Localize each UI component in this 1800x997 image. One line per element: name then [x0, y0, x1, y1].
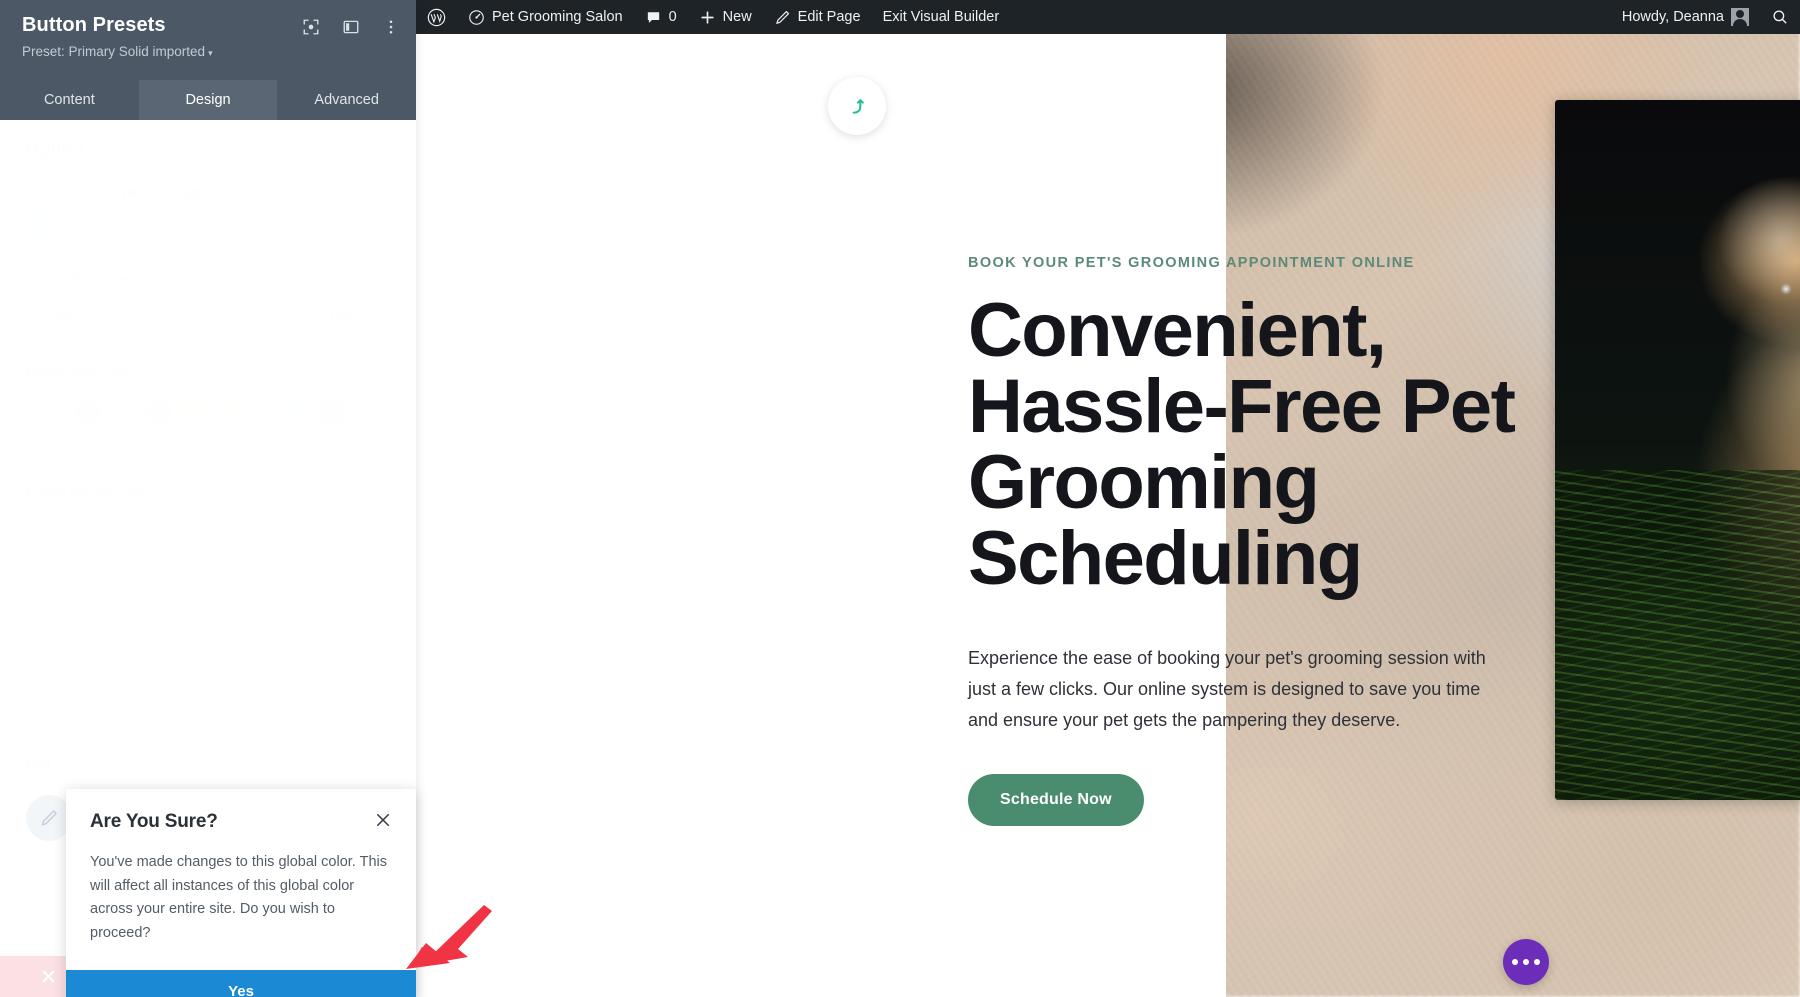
three-dots-icon-dot-2	[1523, 959, 1529, 965]
three-dots-icon-dot-3	[1534, 959, 1540, 965]
hero-heading: Convenient, Hassle-Free Pet Grooming Sch…	[968, 288, 1516, 601]
hero-cat-photo[interactable]	[1555, 100, 1800, 800]
exit-visual-builder-label: Exit Visual Builder	[882, 9, 1000, 25]
button-text-size-label: Button Text Size	[26, 270, 127, 287]
design-settings-content: Button Use Custom Styles For Button YES	[0, 120, 416, 772]
admin-bar-right-group: Howdy, Deanna	[1611, 0, 1800, 34]
current-color-preview[interactable]	[26, 391, 66, 432]
close-x-icon	[42, 970, 54, 983]
howdy-label: Howdy, Deanna	[1621, 9, 1724, 25]
button-background-label: Button Background	[26, 484, 146, 501]
wordpress-admin-bar: Pet Grooming Salon 0 New Edit Page Exit …	[416, 0, 1800, 34]
swatch-tab-recent[interactable]: Recent	[317, 444, 355, 458]
tab-content[interactable]: Content	[0, 80, 139, 120]
gear-icon[interactable]	[377, 444, 390, 457]
swatch-pink[interactable]	[145, 398, 171, 425]
panel-header-actions	[302, 18, 400, 36]
chevron-up-icon[interactable]	[340, 144, 356, 160]
dialog-header: Are You Sure?	[66, 789, 416, 833]
button-section-title: Button	[26, 140, 84, 162]
close-x-icon[interactable]	[374, 811, 392, 829]
swatch-source-tabs: Saved Global Recent	[26, 444, 390, 458]
screen-root: BOOK YOUR PET'S GROOMING APPOINTMENT ONL…	[0, 0, 1800, 997]
dashboard-icon	[469, 9, 484, 25]
background-type-tabs	[26, 515, 390, 537]
dialog-title: Are You Sure?	[90, 811, 218, 832]
background-preview[interactable]	[26, 550, 390, 726]
preset-selector[interactable]: Preset: Primary Solid imported ▾	[22, 44, 396, 59]
image-background-icon[interactable]	[240, 519, 262, 537]
use-custom-styles-toggle[interactable]: YES	[26, 213, 96, 240]
admin-bar-left-group: Pet Grooming Salon 0 New Edit Page Exit …	[416, 0, 1010, 34]
edit-page-label: Edit Page	[797, 9, 861, 25]
plus-icon	[701, 10, 714, 24]
panel-header: Button Presets Preset: Primary Solid imp…	[0, 0, 416, 80]
comment-bubble-icon	[647, 11, 659, 23]
pencil-icon	[41, 810, 57, 826]
pencil-icon	[775, 10, 789, 24]
user-avatar-icon	[1731, 8, 1749, 26]
three-dots-icon-dot-1	[1512, 959, 1518, 965]
new-content-menu[interactable]: New	[688, 0, 763, 34]
button-section-header[interactable]: Button	[26, 140, 390, 163]
preset-label: Preset: Primary Solid imported	[22, 44, 206, 59]
are-you-sure-dialog: Are You Sure? You've made changes to thi…	[66, 789, 416, 997]
bottom-partial-label: Butt	[26, 754, 51, 771]
toggle-knob	[56, 215, 94, 238]
confirm-yes-button[interactable]: Yes	[66, 969, 416, 997]
kebab-menu-icon[interactable]	[374, 144, 390, 160]
divi-more-options-button[interactable]	[1503, 939, 1549, 985]
schedule-now-button[interactable]: Schedule Now	[968, 773, 1144, 826]
swatch-tab-saved[interactable]: Saved	[204, 444, 238, 458]
visual-builder-canvas: BOOK YOUR PET'S GROOMING APPOINTMENT ONL…	[416, 0, 1800, 997]
panel-tabs: Content Design Advanced	[0, 80, 416, 120]
site-name-menu[interactable]: Pet Grooming Salon	[457, 0, 634, 34]
swatch-blue[interactable]	[285, 398, 311, 425]
button-text-color-label: Button Text Color	[26, 361, 134, 378]
dialog-message: You've made changes to this global color…	[90, 854, 387, 941]
tab-advanced[interactable]: Advanced	[277, 80, 416, 120]
use-custom-styles-label: Use Custom Styles For Button	[26, 184, 215, 200]
comments-menu[interactable]: 0	[634, 0, 688, 34]
button-section-actions	[340, 144, 390, 160]
text-size-input[interactable]: 14px	[294, 300, 390, 331]
toggle-value-label: YES	[35, 220, 59, 233]
exit-visual-builder-menu[interactable]: Exit Visual Builder	[872, 0, 1011, 34]
swatch-yellow[interactable]	[215, 398, 241, 425]
text-size-slider[interactable]	[26, 308, 276, 323]
swatch-tab-global[interactable]: Global	[260, 444, 295, 458]
tab-design[interactable]: Design	[138, 80, 278, 120]
wordpress-logo-icon	[427, 8, 446, 26]
layout-columns-icon[interactable]	[342, 18, 360, 36]
swatch-purple[interactable]	[320, 398, 346, 425]
new-label: New	[722, 9, 752, 25]
gradient-icon[interactable]	[148, 519, 170, 537]
paint-bucket-icon[interactable]	[56, 519, 78, 537]
target-focus-icon[interactable]	[302, 18, 320, 36]
chevron-down-icon: ▾	[208, 48, 213, 58]
color-swatch-row	[26, 391, 390, 432]
hero-eyebrow: BOOK YOUR PET'S GROOMING APPOINTMENT ONL…	[968, 255, 1415, 271]
search-icon	[1773, 10, 1787, 24]
swatch-orange[interactable]	[180, 398, 206, 425]
hero-text-block: BOOK YOUR PET'S GROOMING APPOINTMENT ONL…	[968, 255, 1528, 826]
wp-logo-button[interactable]	[416, 0, 457, 34]
no-color-icon[interactable]	[355, 398, 381, 425]
undo-arrow-icon	[852, 99, 864, 114]
swatch-green[interactable]	[250, 398, 276, 425]
account-menu[interactable]: Howdy, Deanna	[1611, 0, 1760, 34]
swatch-white[interactable]	[110, 398, 136, 425]
kebab-menu-icon[interactable]	[382, 18, 400, 36]
hero-paragraph: Experience the ease of booking your pet'…	[968, 648, 1486, 730]
comments-count: 0	[668, 9, 677, 25]
undo-floating-button[interactable]	[828, 77, 886, 135]
search-button[interactable]	[1760, 0, 1800, 34]
button-text-size-control: 14px	[26, 300, 390, 331]
slider-handle[interactable]	[56, 308, 70, 323]
edit-page-menu[interactable]: Edit Page	[763, 0, 872, 34]
site-name-label: Pet Grooming Salon	[492, 9, 623, 25]
swatch-gray[interactable]	[75, 398, 101, 425]
